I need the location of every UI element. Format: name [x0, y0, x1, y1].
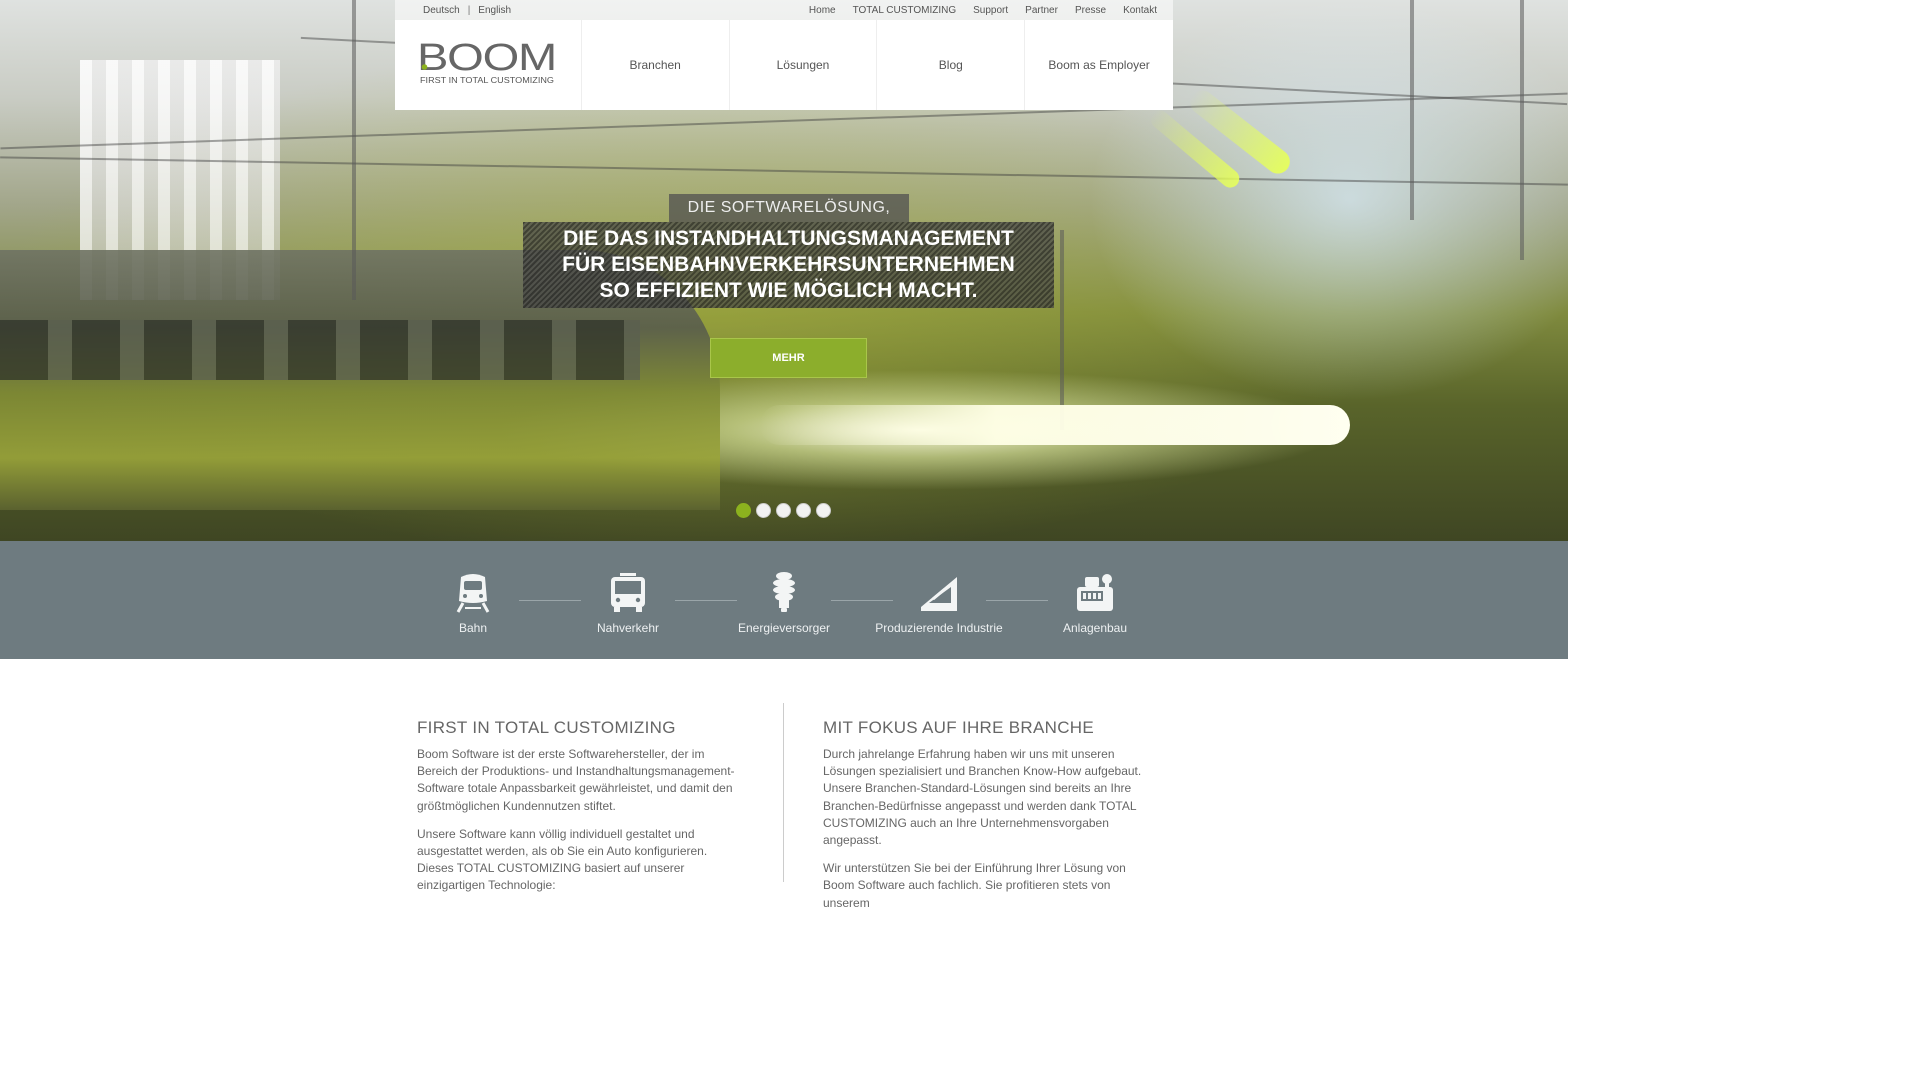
section-paragraph: Boom Software ist der erste Softwarehers… — [417, 747, 735, 813]
industry-item-produzierende-industrie[interactable]: Produzierende Industrie — [874, 571, 1004, 635]
machine-icon — [1077, 574, 1113, 611]
slider-dot-4[interactable] — [796, 503, 811, 518]
logo-link[interactable]: BOOM FIRST IN TOTAL CUSTOMIZING — [395, 20, 582, 110]
top-link-total-customizing[interactable]: TOTAL CUSTOMIZING — [853, 5, 957, 16]
nav-loesungen[interactable]: Lösungen — [730, 20, 878, 110]
background-pole — [1060, 230, 1064, 430]
background-pole — [1520, 0, 1524, 260]
top-links: Home TOTAL CUSTOMIZING Support Partner P… — [809, 5, 1157, 16]
top-link-kontakt[interactable]: Kontakt — [1123, 5, 1157, 16]
top-link-support[interactable]: Support — [973, 5, 1008, 16]
industry-item-anlagenbau[interactable]: Anlagenbau — [1030, 571, 1160, 635]
slider-dot-3[interactable] — [776, 503, 791, 518]
content-column-right: MIT FOKUS AUF IHRE BRANCHE Durch jahrela… — [823, 718, 1153, 923]
slide-headline-line: DIE DAS INSTANDHALTUNGSMANAGEMENT — [563, 227, 1014, 250]
section-title: MIT FOKUS AUF IHRE BRANCHE — [823, 718, 1095, 737]
nav-boom-as-employer[interactable]: Boom as Employer — [1025, 20, 1173, 110]
column-divider — [783, 703, 784, 882]
top-bar: Deutsch | English Home TOTAL CUSTOMIZING… — [395, 0, 1173, 20]
top-link-home[interactable]: Home — [809, 5, 836, 16]
factory-icon — [921, 577, 957, 611]
industry-label: Produzierende Industrie — [875, 621, 1003, 635]
slider-pagination — [736, 503, 831, 518]
industry-item-energieversorger[interactable]: Energieversorger — [719, 571, 849, 635]
industry-item-bahn[interactable]: Bahn — [408, 571, 538, 635]
background-train-windows — [0, 320, 640, 380]
slider-dot-1[interactable] — [736, 503, 751, 518]
main-header: BOOM FIRST IN TOTAL CUSTOMIZING Branchen… — [395, 20, 1173, 110]
lightbulb-icon — [773, 572, 795, 612]
slide-headline: DIE DAS INSTANDHALTUNGSMANAGEMENT FÜR EI… — [523, 222, 1054, 308]
language-separator: | — [467, 5, 471, 16]
industry-item-nahverkehr[interactable]: Nahverkehr — [563, 571, 693, 635]
section-paragraph: Durch jahrelange Erfahrung haben wir uns… — [823, 747, 1142, 848]
section-paragraph: Unsere Software kann völlig individuell … — [417, 826, 708, 893]
train-icon — [456, 574, 490, 613]
content-column-left: FIRST IN TOTAL CUSTOMIZING Boom Software… — [417, 718, 747, 906]
svg-text:BOOM: BOOM — [420, 42, 556, 79]
slide-headline-line: FÜR EISENBAHNVERKEHRSUNTERNEHMEN — [562, 253, 1015, 276]
language-english[interactable]: English — [478, 5, 511, 16]
bus-icon — [611, 573, 645, 612]
more-button[interactable]: MEHR — [710, 338, 867, 378]
industry-bar: Bahn Nahverkehr Energieversorger Produzi… — [0, 541, 1568, 659]
background-pole — [1410, 0, 1414, 220]
slide-headline-line: SO EFFIZIENT WIE MÖGLICH MACHT. — [599, 279, 978, 302]
industry-label: Bahn — [458, 621, 488, 635]
svg-text:FIRST IN TOTAL CUSTOMIZING: FIRST IN TOTAL CUSTOMIZING — [420, 76, 554, 85]
nav-branchen[interactable]: Branchen — [582, 20, 730, 110]
section-title: FIRST IN TOTAL CUSTOMIZING — [417, 718, 676, 737]
top-link-presse[interactable]: Presse — [1075, 5, 1106, 16]
nav-blog[interactable]: Blog — [877, 20, 1026, 110]
background-light-streak — [760, 405, 1350, 445]
boom-logo: BOOM FIRST IN TOTAL CUSTOMIZING — [420, 42, 557, 85]
industry-label: Energieversorger — [737, 621, 831, 635]
top-link-partner[interactable]: Partner — [1025, 5, 1058, 16]
language-switcher: Deutsch | English — [423, 5, 511, 16]
background-pole — [352, 0, 356, 300]
language-deutsch[interactable]: Deutsch — [423, 5, 460, 16]
slide-kicker: DIE SOFTWARELÖSUNG, — [669, 194, 909, 222]
slider-dot-5[interactable] — [816, 503, 831, 518]
industry-label: Nahverkehr — [596, 621, 660, 635]
section-paragraph: Wir unterstützen Sie bei der Einführung … — [823, 861, 1126, 910]
industry-label: Anlagenbau — [1062, 621, 1128, 635]
slider-dot-2[interactable] — [756, 503, 771, 518]
